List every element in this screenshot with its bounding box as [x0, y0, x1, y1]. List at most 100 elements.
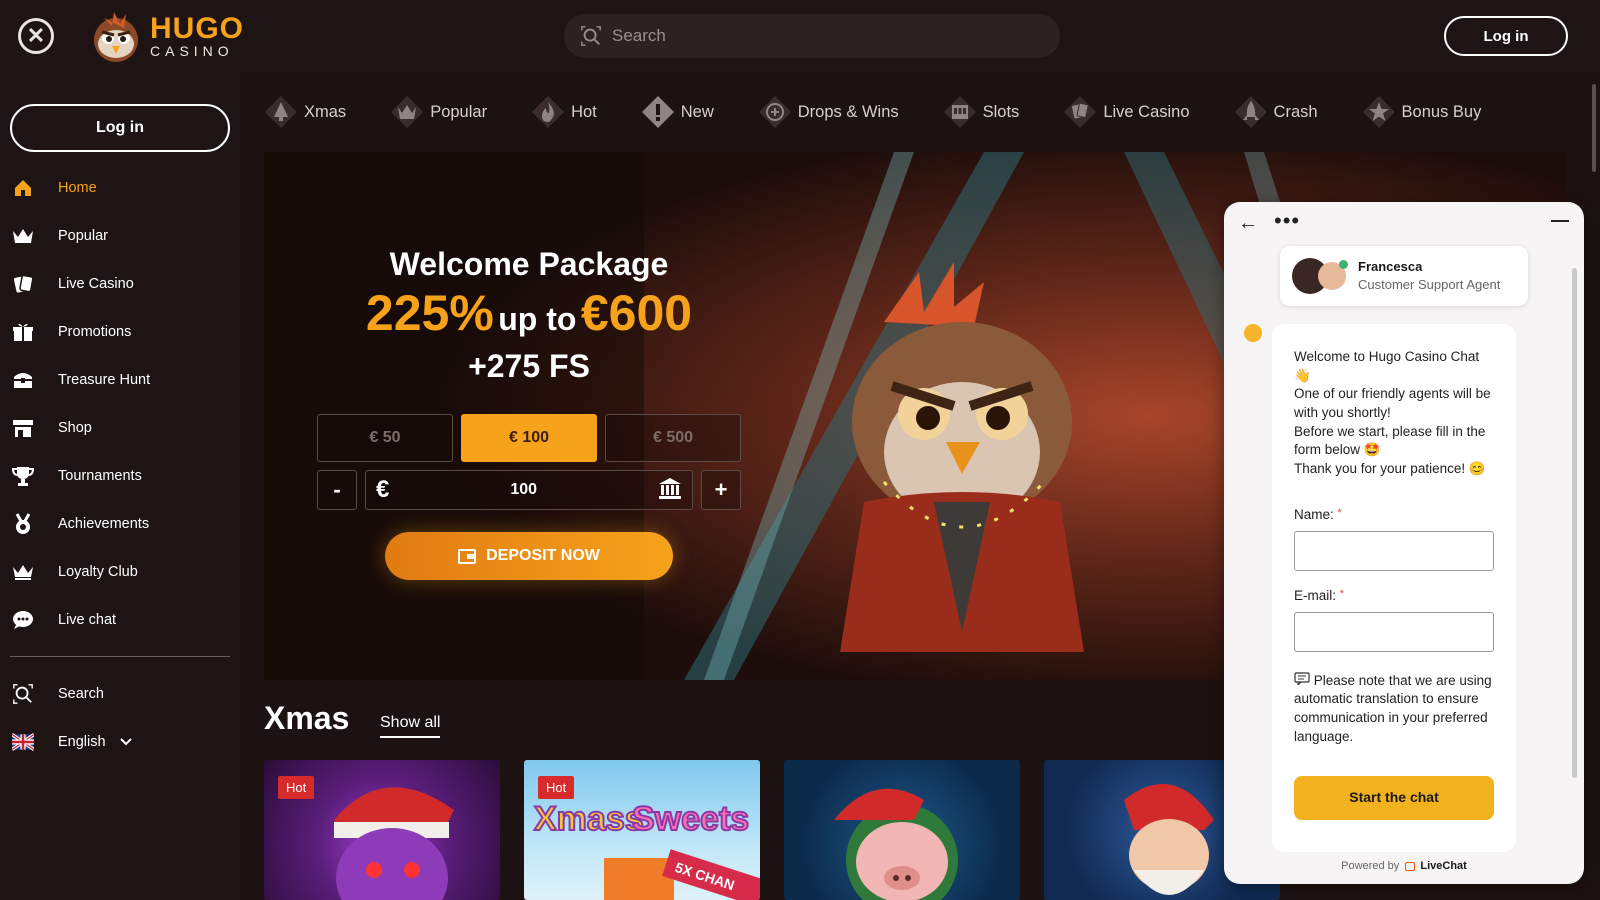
- sidebar-item-loyalty-club[interactable]: Loyalty Club: [0, 548, 240, 596]
- game-card-row: Hot Xmass Sweets 5X CHAN Hot: [264, 760, 1280, 900]
- show-all-link[interactable]: Show all: [380, 714, 441, 738]
- tab-label: Slots: [982, 102, 1020, 121]
- deposit-now-button[interactable]: DEPOSIT NOW: [385, 532, 673, 580]
- sidebar-item-treasure-hunt[interactable]: Treasure Hunt: [0, 356, 240, 404]
- tab-live-casino[interactable]: Live Casino: [1063, 95, 1190, 129]
- back-arrow-icon[interactable]: ←: [1238, 212, 1258, 235]
- deposit-amount-field[interactable]: € 100: [365, 470, 693, 510]
- sidebar-item-label: Home: [58, 180, 97, 196]
- header-login-button[interactable]: Log in: [1444, 16, 1568, 56]
- gift-icon: [12, 321, 34, 343]
- start-chat-button[interactable]: Start the chat: [1294, 776, 1494, 820]
- amount-options: € 50 € 100 € 500: [317, 414, 741, 462]
- bot-avatar-icon: [1244, 324, 1262, 342]
- category-tabs: Xmas Popular Hot New Drops & Wins Slots …: [264, 88, 1525, 136]
- language-selector[interactable]: English: [0, 718, 240, 766]
- email-label-text: E-mail:: [1294, 588, 1337, 603]
- tab-crash[interactable]: Crash: [1234, 95, 1318, 129]
- powered-by-brand: LiveChat: [1420, 860, 1467, 872]
- euro-icon: €: [376, 476, 390, 503]
- game-card[interactable]: [784, 760, 1020, 900]
- language-label: English: [58, 734, 106, 750]
- translation-note: Please note that we are using automatic …: [1294, 672, 1494, 747]
- game-card[interactable]: Hot: [264, 760, 500, 900]
- promo-max-amount: €600: [580, 285, 693, 341]
- tab-new[interactable]: New: [641, 95, 714, 129]
- cards-icon: [1064, 96, 1097, 128]
- tab-bonus-buy[interactable]: Bonus Buy: [1362, 95, 1482, 129]
- logo[interactable]: HUGO CASINO: [84, 4, 244, 68]
- rocket-icon: [1234, 96, 1267, 128]
- tab-label: Popular: [430, 102, 488, 121]
- chat-scrollbar[interactable]: [1572, 268, 1577, 778]
- trophy-icon: [12, 465, 34, 487]
- deposit-label: DEPOSIT NOW: [486, 547, 600, 564]
- promo-up-to: up to: [498, 301, 577, 337]
- powered-by-text: Powered by: [1341, 860, 1400, 872]
- tab-drops-and-wins[interactable]: Drops & Wins: [758, 95, 899, 129]
- amount-option-100[interactable]: € 100: [461, 414, 597, 462]
- sidebar-item-label: Achievements: [58, 516, 150, 532]
- tab-hot[interactable]: Hot: [531, 95, 597, 129]
- search-icon: [581, 26, 601, 46]
- amount-option-50[interactable]: € 50: [317, 414, 453, 462]
- increase-button[interactable]: +: [701, 470, 741, 510]
- tab-label: Xmas: [304, 102, 347, 121]
- page-scrollbar[interactable]: [1592, 84, 1596, 172]
- slot-machine-icon: [943, 96, 976, 128]
- livechat-logo-icon: [1405, 861, 1416, 871]
- bank-icon: [658, 477, 682, 504]
- tab-label: Live Casino: [1103, 102, 1190, 121]
- sidebar-item-shop[interactable]: Shop: [0, 404, 240, 452]
- sidebar-item-home[interactable]: Home: [0, 164, 240, 212]
- promo-title: Welcome Package: [389, 246, 669, 282]
- amount-option-500[interactable]: € 500: [605, 414, 741, 462]
- drops-wins-icon: [758, 96, 791, 128]
- sidebar-item-popular[interactable]: Popular: [0, 212, 240, 260]
- sidebar-item-achievements[interactable]: Achievements: [0, 500, 240, 548]
- agent-role: Customer Support Agent: [1358, 277, 1501, 292]
- close-icon[interactable]: ✕: [18, 18, 54, 54]
- search-input[interactable]: [612, 26, 1012, 46]
- sidebar-item-promotions[interactable]: Promotions: [0, 308, 240, 356]
- section-title: Xmas: [264, 700, 350, 736]
- cards-icon: [12, 273, 34, 295]
- tab-label: Hot: [571, 102, 597, 121]
- chevron-down-icon: [119, 734, 132, 750]
- powered-by: Powered by LiveChat: [1224, 860, 1584, 872]
- decrease-button[interactable]: -: [317, 470, 357, 510]
- sidebar-item-tournaments[interactable]: Tournaments: [0, 452, 240, 500]
- search-bar[interactable]: [564, 14, 1060, 58]
- sidebar-search[interactable]: Search: [0, 670, 240, 718]
- hugo-bird-logo-icon: [94, 12, 138, 62]
- tab-popular[interactable]: Popular: [390, 95, 487, 129]
- name-label-text: Name:: [1294, 507, 1334, 523]
- speech-bubble-icon: [1294, 672, 1310, 688]
- promo-percent: 225%: [365, 285, 494, 341]
- sidebar-item-label: Treasure Hunt: [58, 372, 151, 388]
- more-options-icon[interactable]: •••: [1274, 208, 1300, 234]
- home-icon: [12, 177, 34, 199]
- sidebar-item-label: Popular: [58, 228, 108, 244]
- tab-xmas[interactable]: Xmas: [264, 95, 346, 129]
- minimize-icon[interactable]: [1551, 220, 1569, 222]
- agent-name: Francesca: [1358, 259, 1423, 275]
- message-line: Before we start, please fill in the form…: [1294, 423, 1486, 458]
- agent-card: Francesca Customer Support Agent: [1280, 246, 1528, 306]
- sidebar-item-live-chat[interactable]: Live chat: [0, 596, 240, 644]
- sidebar-item-label: Tournaments: [58, 468, 142, 484]
- sidebar-login-button[interactable]: Log in: [10, 104, 230, 152]
- svg-text:Sweets: Sweets: [632, 800, 749, 838]
- chat-header: ← •••: [1224, 202, 1584, 246]
- sidebar-item-label: Loyalty Club: [58, 564, 138, 580]
- tab-label: Bonus Buy: [1401, 102, 1482, 121]
- sidebar-item-label: Live chat: [58, 612, 117, 628]
- tab-slots[interactable]: Slots: [943, 95, 1020, 129]
- email-field[interactable]: [1294, 611, 1494, 652]
- game-card[interactable]: Xmass Sweets 5X CHAN Hot: [524, 760, 760, 900]
- livechat-widget: ← ••• Francesca Customer Support Agent W…: [1224, 202, 1584, 884]
- tab-label: New: [680, 102, 714, 121]
- crown-icon: [12, 561, 34, 583]
- name-field[interactable]: [1294, 531, 1494, 571]
- sidebar-item-live-casino[interactable]: Live Casino: [0, 260, 240, 308]
